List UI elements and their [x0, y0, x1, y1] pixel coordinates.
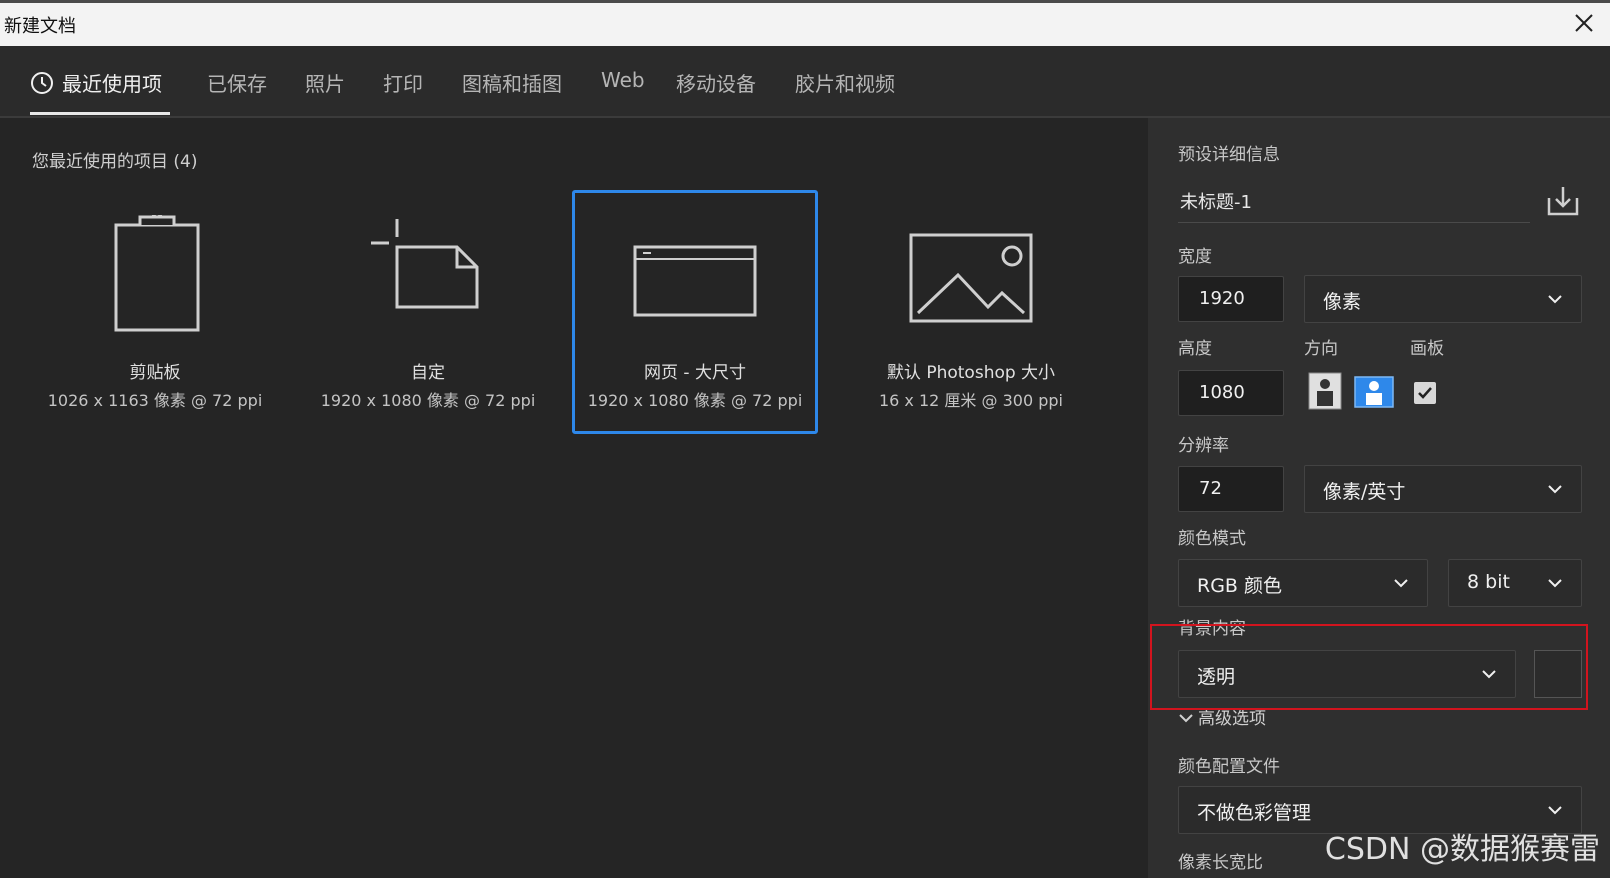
chevron-down-icon	[1548, 579, 1562, 588]
recent-items-area: 您最近使用的项目 (4) 剪贴板 1026 x 1163 像素 @ 72 ppi…	[0, 118, 1148, 878]
color-profile-label: 颜色配置文件	[1178, 757, 1280, 777]
chevron-down-icon	[1394, 579, 1408, 588]
artboard-label: 画板	[1410, 339, 1444, 359]
watermark: CSDN @数据猴赛雷	[1324, 832, 1600, 867]
portrait-orientation-icon[interactable]	[1308, 372, 1342, 410]
window-title: 新建文档	[4, 16, 76, 37]
close-icon[interactable]	[1570, 9, 1598, 37]
document-name-underline	[1178, 222, 1530, 223]
tab-recent[interactable]: 最近使用项	[30, 68, 162, 97]
color-mode-select[interactable]: RGB 颜色	[1178, 559, 1428, 607]
preset-card-custom[interactable]: 自定 1920 x 1080 像素 @ 72 ppi	[305, 190, 551, 434]
recent-items-title: 您最近使用的项目 (4)	[32, 152, 198, 172]
preset-spec: 1920 x 1080 像素 @ 72 ppi	[320, 391, 536, 410]
width-input[interactable]: 1920	[1178, 276, 1284, 322]
tab-print[interactable]: 打印	[383, 68, 423, 97]
color-mode-value: RGB 颜色	[1197, 575, 1282, 597]
resolution-input[interactable]: 72	[1178, 466, 1284, 512]
category-tabs: 最近使用项 已保存 照片 打印 图稿和插图 Web 移动设备 胶片和视频	[0, 46, 1610, 118]
clipboard-icon	[114, 215, 200, 332]
height-label: 高度	[1178, 339, 1212, 359]
preset-spec: 1026 x 1163 像素 @ 72 ppi	[47, 391, 263, 410]
preset-card-web-large[interactable]: 网页 - 大尺寸 1920 x 1080 像素 @ 72 ppi	[572, 190, 818, 434]
tab-saved[interactable]: 已保存	[207, 68, 267, 97]
clock-icon	[31, 72, 53, 94]
preset-spec: 1920 x 1080 像素 @ 72 ppi	[587, 391, 803, 410]
preset-name: 网页 - 大尺寸	[644, 363, 746, 383]
tab-web[interactable]: Web	[601, 68, 645, 92]
tab-photo[interactable]: 照片	[305, 68, 345, 97]
tab-mobile[interactable]: 移动设备	[676, 68, 756, 97]
resolution-unit-select[interactable]: 像素/英寸	[1304, 465, 1582, 513]
tab-art-illustration[interactable]: 图稿和插图	[462, 68, 562, 97]
width-unit-select[interactable]: 像素	[1304, 275, 1582, 323]
resolution-label: 分辨率	[1178, 436, 1229, 456]
web-page-icon	[633, 245, 757, 317]
image-icon	[909, 233, 1033, 323]
height-input[interactable]: 1080	[1178, 370, 1284, 416]
chevron-down-icon	[1548, 295, 1562, 304]
save-preset-icon[interactable]	[1546, 184, 1580, 218]
preset-spec: 16 x 12 厘米 @ 300 ppi	[878, 391, 1063, 410]
highlight-annotation-box	[1150, 624, 1588, 710]
chevron-down-icon	[1548, 806, 1562, 815]
resolution-unit-value: 像素/英寸	[1323, 481, 1406, 503]
chevron-down-icon	[1179, 714, 1193, 723]
tab-label: 最近使用项	[62, 72, 162, 96]
preset-details-panel: 预设详细信息 未标题-1 宽度 1920 像素 高度 方向 画板 1080 分辨…	[1148, 118, 1610, 878]
preset-name: 自定	[411, 363, 445, 383]
active-tab-indicator	[30, 112, 170, 115]
height-value: 1080	[1199, 382, 1245, 403]
advanced-options-label: 高级选项	[1198, 709, 1266, 729]
color-profile-value: 不做色彩管理	[1197, 802, 1312, 824]
width-label: 宽度	[1178, 247, 1212, 267]
custom-document-icon	[371, 219, 479, 309]
color-mode-label: 颜色模式	[1178, 529, 1246, 549]
title-bar: 新建文档	[0, 0, 1610, 46]
preset-card-clipboard[interactable]: 剪贴板 1026 x 1163 像素 @ 72 ppi	[32, 190, 278, 434]
tab-film-video[interactable]: 胶片和视频	[795, 68, 895, 97]
preset-name: 剪贴板	[129, 363, 181, 383]
document-name-input[interactable]: 未标题-1	[1180, 188, 1252, 214]
preset-details-heading: 预设详细信息	[1178, 145, 1280, 165]
chevron-down-icon	[1548, 485, 1562, 494]
orientation-label: 方向	[1304, 339, 1338, 359]
bit-depth-select[interactable]: 8 bit	[1448, 559, 1582, 607]
width-unit-value: 像素	[1323, 291, 1362, 313]
preset-card-default-photoshop[interactable]: 默认 Photoshop 大小 16 x 12 厘米 @ 300 ppi	[848, 190, 1094, 434]
landscape-orientation-icon[interactable]	[1354, 376, 1394, 408]
resolution-value: 72	[1199, 478, 1222, 499]
bit-depth-value: 8 bit	[1467, 571, 1510, 593]
preset-name: 默认 Photoshop 大小	[886, 363, 1056, 383]
artboard-checkbox[interactable]	[1414, 382, 1436, 404]
pixel-aspect-ratio-label: 像素长宽比	[1178, 853, 1263, 873]
width-value: 1920	[1199, 288, 1245, 309]
